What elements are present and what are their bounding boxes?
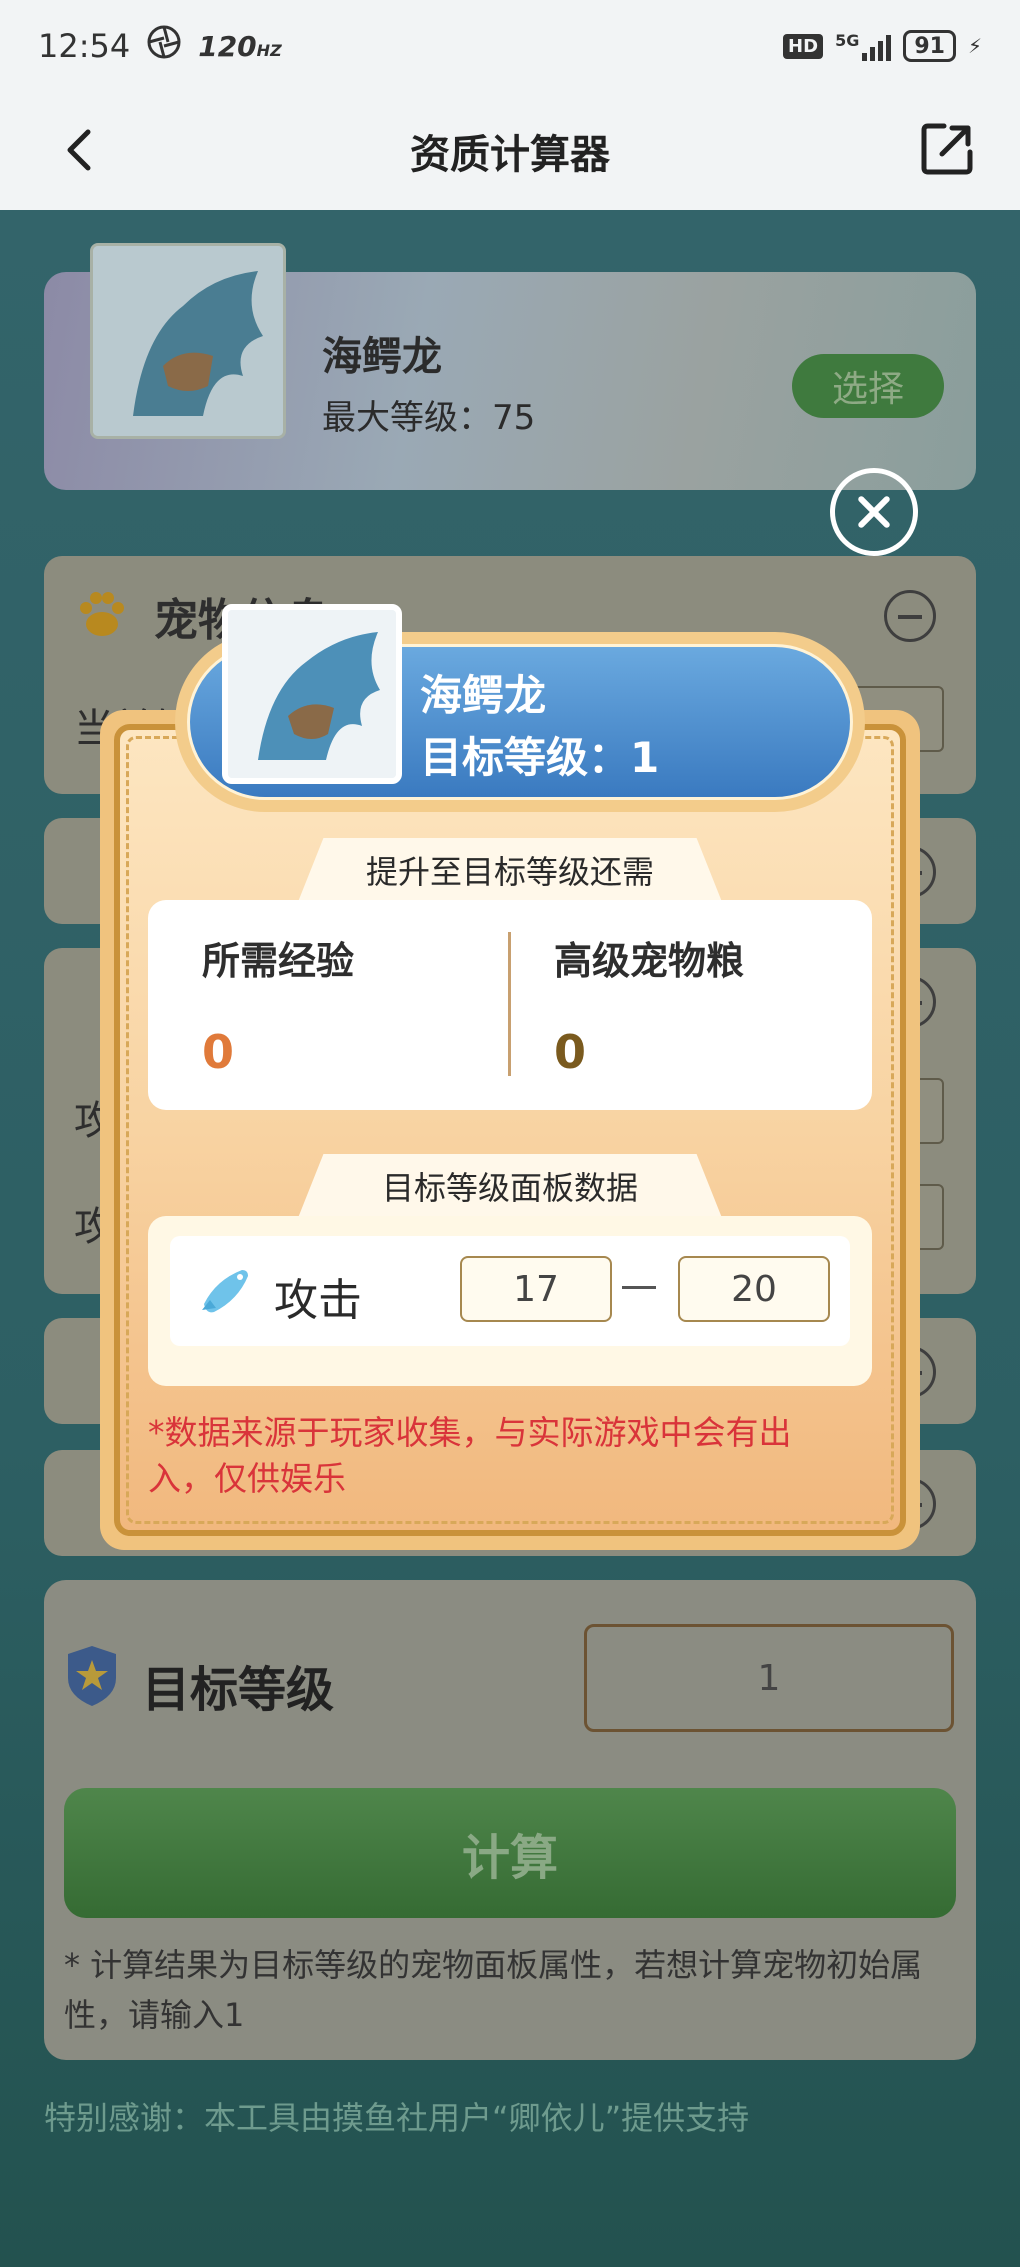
disclaimer-text: *数据来源于玩家收集，与实际游戏中会有出入，仅供娱乐 [148, 1413, 792, 1498]
attack-min-value: 17 [460, 1256, 612, 1322]
modal-pet-name: 海鳄龙 [420, 671, 547, 720]
food-label: 高级宠物粮 [554, 939, 745, 983]
panel-data-box: 攻击 17 20 [148, 1216, 872, 1386]
calculate-button[interactable]: 计算 [64, 1788, 956, 1918]
page-title: 资质计算器 [410, 132, 610, 178]
refresh-rate: 120HZ [198, 29, 282, 63]
title-bar: 资质计算器 [0, 92, 1020, 210]
panel-data-tab: 目标等级面板数据 [298, 1154, 722, 1218]
modal-pet-thumbnail [222, 604, 402, 784]
target-level-title: 目标等级 [142, 1662, 335, 1718]
column-divider [508, 932, 511, 1076]
food-value: 0 [554, 1025, 587, 1079]
pet-max-level: 最大等级：75 [322, 398, 536, 438]
required-tab: 提升至目标等级还需 [298, 838, 722, 902]
range-dash [622, 1286, 656, 1289]
pet-thumbnail [90, 243, 286, 439]
target-level-input[interactable]: 1 [584, 1624, 954, 1732]
requirements-box: 所需经验 0 高级宠物粮 0 [148, 900, 872, 1110]
share-icon [921, 123, 973, 175]
attack-max-value: 20 [678, 1256, 830, 1322]
back-button[interactable] [50, 120, 110, 180]
pet-name: 海鳄龙 [322, 334, 442, 380]
calculation-note: * 计算结果为目标等级的宠物面板属性，若想计算宠物初始属性，请输入1 [64, 1946, 923, 2034]
food-column: 高级宠物粮 0 [554, 930, 744, 1079]
exp-label: 所需经验 [202, 939, 355, 983]
attack-row: 攻击 17 20 [170, 1236, 850, 1346]
hd-badge: HD [783, 33, 824, 59]
signal-icon: 5G [835, 31, 892, 61]
charging-icon: ⚡ [967, 34, 982, 58]
thanks-text: 特别感谢：本工具由摸鱼社用户“卿依儿”提供支持 [44, 2099, 750, 2137]
target-level-card: 目标等级 1 计算 * 计算结果为目标等级的宠物面板属性，若想计算宠物初始属性，… [44, 1580, 976, 2060]
exp-column: 所需经验 0 [202, 930, 354, 1079]
clock: 12:54 [38, 27, 131, 65]
collapse-icon[interactable] [884, 590, 936, 642]
modal-target-level: 目标等级：1 [420, 733, 660, 782]
shield-star-icon [66, 1644, 118, 1708]
attack-label: 攻击 [274, 1275, 362, 1326]
battery-indicator: 91 [903, 30, 956, 62]
status-bar: 12:54 120HZ HD 5G 91 ⚡ [0, 0, 1020, 92]
select-pet-button[interactable]: 选择 [792, 354, 944, 418]
paw-icon [74, 586, 130, 642]
chevron-left-icon [67, 129, 91, 171]
exp-value: 0 [202, 1025, 235, 1079]
aperture-icon [146, 24, 182, 68]
attack-fish-icon [196, 1260, 256, 1320]
share-button[interactable] [918, 120, 976, 178]
close-modal-button[interactable] [830, 468, 918, 556]
